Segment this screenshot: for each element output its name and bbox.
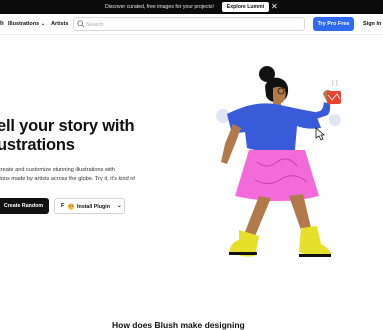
install-plugin-button[interactable]: F Install Plugin ⌄ xyxy=(54,198,125,214)
hero-title: ell your story with ustrations xyxy=(0,117,157,155)
pointer-cursor-icon xyxy=(315,127,326,141)
close-icon[interactable]: ✕ xyxy=(271,2,278,11)
install-plugin-label: Install Plugin xyxy=(77,203,110,210)
left-arm xyxy=(221,124,241,164)
hero-description: create and customize stunning illustrati… xyxy=(0,166,163,184)
cat-icon xyxy=(67,203,75,210)
right-boot xyxy=(299,226,331,256)
steam xyxy=(331,79,338,87)
figma-icon: F xyxy=(61,203,65,209)
skirt xyxy=(235,150,319,201)
hero-desc-line: tions made by artists across the globe. … xyxy=(0,176,135,182)
explore-lummi-button[interactable]: Explore Lummi xyxy=(222,2,269,12)
try-pro-button[interactable]: Try Pro Free xyxy=(313,17,354,31)
logo[interactable]: h xyxy=(0,21,4,27)
nav-illustrations[interactable]: Illustrations ⌄ xyxy=(8,21,45,27)
create-random-button[interactable]: Create Random xyxy=(0,198,49,214)
left-sole xyxy=(229,252,257,255)
hero-illustration xyxy=(216,66,341,257)
announcement-bar: Discover curated, free images for your p… xyxy=(0,0,383,14)
hero-title-line: ustrations xyxy=(0,136,75,154)
right-leg xyxy=(289,194,311,230)
sign-in-link[interactable]: Sign In xyxy=(363,21,381,27)
site-header: h Illustrations ⌄ Artists Search Try Pro… xyxy=(0,14,383,35)
chevron-down-icon: ⌄ xyxy=(40,21,45,27)
decor-circle xyxy=(329,114,341,126)
hero-desc-line: create and customize stunning illustrati… xyxy=(0,167,115,173)
search-input[interactable]: Search xyxy=(73,17,305,31)
left-leg xyxy=(245,196,271,236)
announcement-message: Discover curated, free images for your p… xyxy=(105,4,214,10)
shirt xyxy=(227,103,321,152)
search-placeholder: Search xyxy=(86,21,104,28)
nav-illustrations-label: Illustrations xyxy=(8,21,40,27)
right-sole xyxy=(299,254,331,257)
section-heading: How does Blush make designing xyxy=(112,320,245,330)
chevron-down-icon: ⌄ xyxy=(117,203,122,209)
nav-artists[interactable]: Artists xyxy=(51,21,68,27)
hero-title-line: ell your story with xyxy=(0,117,135,135)
search-icon xyxy=(77,20,85,28)
